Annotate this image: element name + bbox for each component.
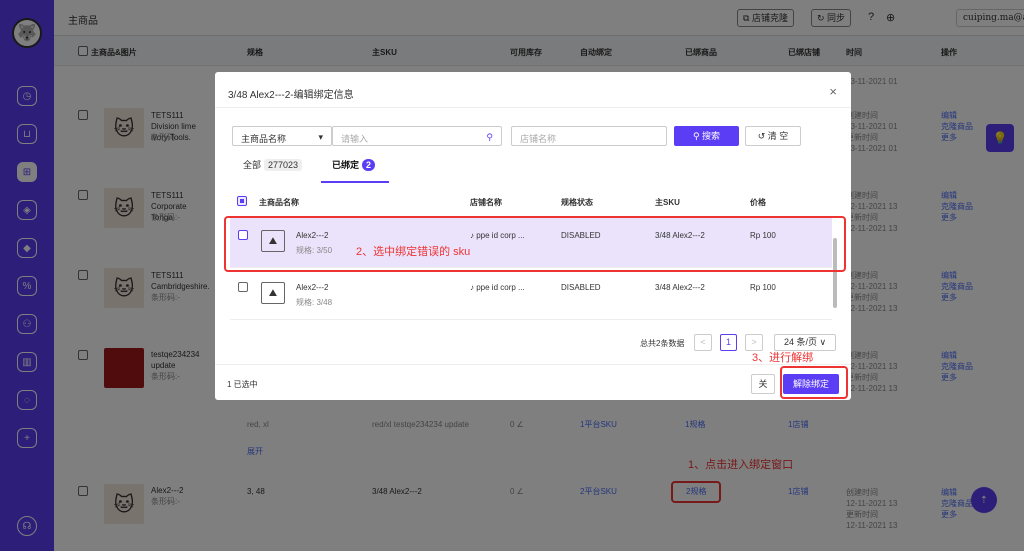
col-header: 店铺名称 [470,198,502,207]
close-button[interactable]: 关 [751,374,775,394]
price: Rp 100 [750,283,776,292]
image-placeholder-icon: ⛰ [261,282,285,304]
tab-bound[interactable]: 已绑定 2 [332,158,376,171]
annotation-step3: 3、进行解绑 [752,352,814,364]
tab-count: 277023 [264,159,303,171]
tiktok-icon: ♪ [470,283,474,292]
store-name: ♪ ppe id corp ... [470,283,525,292]
tab-all[interactable]: 全部 277023 [243,158,303,171]
main-sku: 3/48 Alex2---2 [655,283,705,292]
col-header: 主商品名称 [259,198,299,207]
search-button[interactable]: ⚲ 搜索 [674,126,739,146]
col-header: 价格 [750,198,766,207]
clear-button[interactable]: ↺ 清 空 [745,126,801,146]
search-input[interactable]: 请输入 ⚲ [332,126,502,146]
annotation-step2: 2、选中绑定错误的 sku [356,246,471,258]
col-header: 规格状态 [561,198,593,207]
chevron-down-icon: ▾ [318,132,323,142]
search-icon: ⚲ [486,132,493,142]
product-spec: 规格: 3/48 [296,298,333,307]
tab-count: 2 [362,159,376,171]
spec-status: DISABLED [561,283,601,292]
modal-title: 3/48 Alex2---2-编辑绑定信息 [228,90,354,101]
row-checkbox[interactable] [238,282,248,292]
page-1-button[interactable]: 1 [720,334,737,351]
select-all-checkbox[interactable] [237,196,247,206]
store-name-input[interactable]: 店铺名称 [511,126,667,146]
bind-row[interactable]: ⛰ Alex2---2 规格: 3/48 ♪ ppe id corp ... D… [230,270,832,320]
filter-select[interactable]: 主商品名称 ▾ [232,126,332,146]
product-name: Alex2---2 [296,283,329,292]
annotation-box-step3 [780,366,848,399]
total-count: 总共2条数据 [640,339,685,348]
active-tab-indicator [321,181,389,183]
prev-page-button[interactable]: < [694,334,712,351]
col-header: 主SKU [655,198,680,207]
close-icon[interactable]: × [829,84,837,99]
modal-header: 3/48 Alex2---2-编辑绑定信息 × [215,72,851,108]
modal-footer: 1 已选中 关 解除绑定 [215,364,851,400]
selected-count: 1 已选中 [227,380,258,389]
annotation-box-step2 [224,216,846,272]
